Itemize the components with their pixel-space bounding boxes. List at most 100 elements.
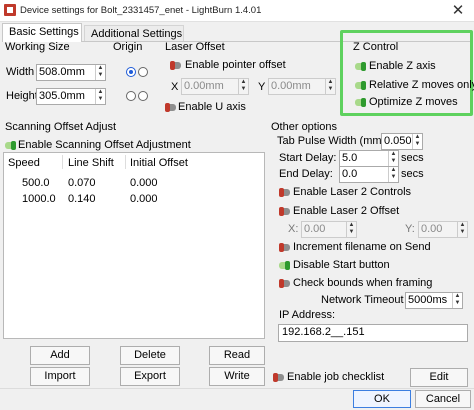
end-delay-label: End Delay: bbox=[279, 168, 333, 180]
column-header-initial-offset[interactable]: Initial Offset bbox=[130, 157, 188, 169]
height-label: Height bbox=[6, 90, 38, 102]
ip-address-label: IP Address: bbox=[279, 309, 336, 321]
table-cell-speed: 1000.0 bbox=[22, 193, 56, 205]
end-delay-value: 0.0 bbox=[342, 168, 358, 180]
table-cell-speed: 500.0 bbox=[22, 177, 50, 189]
title-bar: Device settings for Bolt_2331457_enet - … bbox=[0, 0, 474, 22]
pointer-y-label: Y bbox=[258, 81, 266, 93]
enable-pointer-offset-label: Enable pointer offset bbox=[185, 59, 286, 71]
network-timeout-label: Network Timeout bbox=[321, 294, 404, 306]
width-spinbox[interactable]: 508.0mm ▲ ▼ bbox=[36, 64, 106, 81]
import-button[interactable]: Import bbox=[30, 367, 90, 386]
laser2-y-value: 0.00 bbox=[421, 223, 443, 235]
spin-arrows-icon[interactable]: ▲ ▼ bbox=[388, 151, 398, 166]
write-button[interactable]: Write bbox=[209, 367, 265, 386]
increment-filename-label: Increment filename on Send bbox=[293, 241, 431, 253]
laser2-x-label: X: bbox=[288, 223, 299, 235]
column-header-speed[interactable]: Speed bbox=[8, 157, 40, 169]
table-cell-initial-offset: 0.000 bbox=[130, 177, 158, 189]
increment-filename-toggle[interactable] bbox=[279, 243, 290, 252]
laser2-x-spinbox[interactable]: 0.00 ▲ ▼ bbox=[301, 221, 357, 238]
spin-arrows-icon[interactable]: ▲ ▼ bbox=[325, 79, 335, 94]
start-delay-label: Start Delay: bbox=[279, 152, 337, 164]
network-timeout-value: 5000ms bbox=[408, 294, 448, 306]
start-delay-unit: secs bbox=[401, 152, 424, 164]
spin-arrows-icon[interactable]: ▲ ▼ bbox=[412, 134, 422, 149]
spin-arrows-icon[interactable]: ▲ ▼ bbox=[457, 222, 467, 237]
tab-pulse-width-label: Tab Pulse Width (mm) bbox=[277, 135, 386, 147]
spin-arrows-icon[interactable]: ▲ ▼ bbox=[452, 293, 462, 308]
origin-bottom-left-radio[interactable] bbox=[126, 91, 136, 101]
pointer-y-spinbox[interactable]: 0.00mm ▲ ▼ bbox=[268, 78, 336, 95]
origin-top-right-radio[interactable] bbox=[138, 67, 148, 77]
origin-bottom-right-radio[interactable] bbox=[138, 91, 148, 101]
spin-arrows-icon[interactable]: ▲ ▼ bbox=[388, 167, 398, 182]
optimize-z-moves-toggle[interactable] bbox=[355, 98, 366, 107]
check-bounds-toggle[interactable] bbox=[279, 279, 290, 288]
enable-laser2-offset-toggle[interactable] bbox=[279, 207, 290, 216]
spin-arrows-icon[interactable]: ▲ ▼ bbox=[346, 222, 356, 237]
enable-laser2-offset-label: Enable Laser 2 Offset bbox=[293, 205, 400, 217]
other-options-title: Other options bbox=[271, 121, 338, 133]
network-timeout-spinbox[interactable]: 5000ms ▲ ▼ bbox=[405, 292, 463, 309]
read-button[interactable]: Read bbox=[209, 346, 265, 365]
relative-z-moves-toggle[interactable] bbox=[355, 81, 366, 90]
window-title: Device settings for Bolt_2331457_enet - … bbox=[20, 5, 262, 16]
height-value: 305.0mm bbox=[39, 90, 85, 102]
pointer-x-spinbox[interactable]: 0.00mm ▲ ▼ bbox=[181, 78, 249, 95]
z-control-title: Z Control bbox=[353, 41, 399, 53]
column-divider bbox=[62, 155, 63, 169]
column-header-line-shift[interactable]: Line Shift bbox=[68, 157, 114, 169]
tab-additional-settings[interactable]: Additional Settings bbox=[84, 25, 184, 41]
width-label: Width bbox=[6, 66, 35, 78]
spin-arrows-icon[interactable]: ▲ ▼ bbox=[95, 89, 105, 104]
enable-scanning-offset-label: Enable Scanning Offset Adjustment bbox=[18, 139, 191, 151]
start-delay-value: 5.0 bbox=[342, 152, 358, 164]
ok-button[interactable]: OK bbox=[353, 390, 411, 408]
spin-arrows-icon[interactable]: ▲ ▼ bbox=[238, 79, 248, 94]
end-delay-unit: secs bbox=[401, 168, 424, 180]
scanning-offset-table[interactable]: Speed Line Shift Initial Offset 500.0 0.… bbox=[3, 152, 265, 339]
disable-start-button-label: Disable Start button bbox=[293, 259, 390, 271]
enable-z-axis-toggle[interactable] bbox=[355, 62, 366, 71]
table-row[interactable]: 500.0 0.070 0.000 bbox=[4, 176, 264, 191]
pointer-x-value: 0.00mm bbox=[184, 80, 224, 92]
laser2-x-value: 0.00 bbox=[304, 223, 326, 235]
ip-address-field[interactable]: 192.168.2__.151 bbox=[278, 324, 468, 342]
edit-checklist-button[interactable]: Edit bbox=[410, 368, 468, 387]
disable-start-button-toggle[interactable] bbox=[279, 261, 290, 270]
export-button[interactable]: Export bbox=[120, 367, 180, 386]
table-row[interactable]: 1000.0 0.140 0.000 bbox=[4, 192, 264, 207]
table-cell-line-shift: 0.070 bbox=[68, 177, 96, 189]
delete-button[interactable]: Delete bbox=[120, 346, 180, 365]
laser2-y-spinbox[interactable]: 0.00 ▲ ▼ bbox=[418, 221, 468, 238]
column-divider bbox=[125, 155, 126, 169]
add-button[interactable]: Add bbox=[30, 346, 90, 365]
lightburn-app-icon bbox=[4, 4, 16, 16]
tab-pulse-width-value: 0.050 bbox=[384, 135, 412, 147]
enable-job-checklist-label: Enable job checklist bbox=[287, 371, 385, 383]
end-delay-spinbox[interactable]: 0.0 ▲ ▼ bbox=[339, 166, 399, 183]
origin-top-left-radio[interactable] bbox=[126, 67, 136, 77]
start-delay-spinbox[interactable]: 5.0 ▲ ▼ bbox=[339, 150, 399, 167]
close-icon[interactable]: ✕ bbox=[446, 2, 470, 20]
laser2-y-label: Y: bbox=[405, 223, 415, 235]
enable-job-checklist-toggle[interactable] bbox=[273, 373, 284, 382]
enable-pointer-offset-toggle[interactable] bbox=[170, 61, 181, 70]
working-size-title: Working Size bbox=[5, 41, 70, 53]
height-spinbox[interactable]: 305.0mm ▲ ▼ bbox=[36, 88, 106, 105]
tab-pulse-width-spinbox[interactable]: 0.050 ▲ ▼ bbox=[381, 133, 423, 150]
tab-basic-settings[interactable]: Basic Settings bbox=[2, 23, 82, 42]
spin-arrows-icon[interactable]: ▲ ▼ bbox=[95, 65, 105, 80]
pointer-x-label: X bbox=[171, 81, 179, 93]
cancel-button[interactable]: Cancel bbox=[415, 390, 471, 408]
enable-u-axis-toggle[interactable] bbox=[165, 103, 176, 112]
relative-z-moves-label: Relative Z moves only bbox=[369, 79, 474, 91]
laser-offset-title: Laser Offset bbox=[165, 41, 225, 53]
table-cell-initial-offset: 0.000 bbox=[130, 193, 158, 205]
origin-title: Origin bbox=[113, 41, 143, 53]
enable-u-axis-label: Enable U axis bbox=[178, 101, 246, 113]
table-cell-line-shift: 0.140 bbox=[68, 193, 96, 205]
enable-laser2-controls-toggle[interactable] bbox=[279, 188, 290, 197]
enable-scanning-offset-toggle[interactable] bbox=[5, 141, 16, 150]
